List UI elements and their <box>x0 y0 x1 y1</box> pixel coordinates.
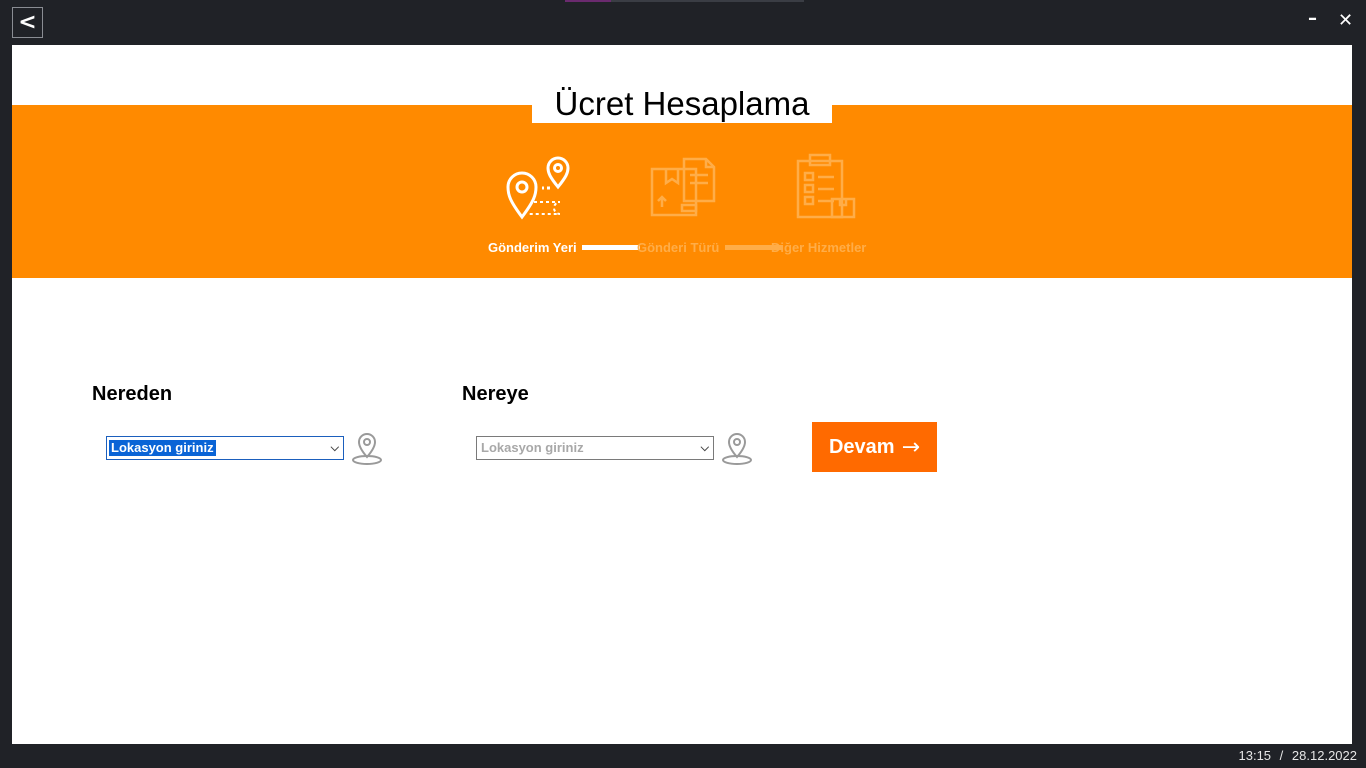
step-connector-1 <box>582 245 640 250</box>
to-location-select[interactable]: Lokasyon giriniz ⌵ <box>476 436 714 460</box>
arrow-right-icon: → <box>901 434 921 460</box>
steps-banner: Gönderim Yeri Gönderi Türü Diğer Hizmetl… <box>12 105 1352 278</box>
minimize-button[interactable]: – <box>1308 8 1317 29</box>
clock: 13:15 / 28.12.2022 <box>1239 748 1358 763</box>
from-location-value: Lokasyon giriniz <box>109 440 216 456</box>
from-location-select[interactable]: Lokasyon giriniz ⌵ <box>106 436 344 460</box>
clock-time: 13:15 <box>1238 748 1272 763</box>
step-label-gonderi-turu[interactable]: Gönderi Türü <box>637 240 719 255</box>
page-title: Ücret Hesaplama <box>532 85 832 123</box>
location-pin-icon[interactable] <box>719 430 755 466</box>
clipboard-checklist-icon <box>796 153 856 219</box>
main-content: Gönderim Yeri Gönderi Türü Diğer Hizmetl… <box>12 45 1352 744</box>
step-label-diger-hizmetler[interactable]: Diğer Hizmetler <box>771 240 866 255</box>
to-location-value: Lokasyon giriniz <box>481 440 584 455</box>
route-location-icon <box>506 156 570 220</box>
clock-date: 28.12.2022 <box>1291 748 1357 763</box>
continue-label: Devam <box>828 435 895 458</box>
continue-button[interactable]: Devam → <box>812 422 937 472</box>
back-button[interactable]: < <box>12 7 43 38</box>
chevron-down-icon: ⌵ <box>330 441 339 454</box>
step-label-gonderim-yeri[interactable]: Gönderim Yeri <box>488 240 577 255</box>
chevron-down-icon: ⌵ <box>700 441 709 454</box>
location-pin-icon[interactable] <box>349 430 385 466</box>
package-document-icon <box>650 157 716 217</box>
from-label: Nereden <box>92 383 173 405</box>
taskbar-accent-secondary <box>611 0 804 2</box>
status-bar: 13:15 / 28.12.2022 <box>0 744 1366 768</box>
to-label: Nereye <box>462 383 529 405</box>
taskbar-accent <box>565 0 611 2</box>
title-bar: < – ✕ <box>0 0 1366 45</box>
clock-separator: / <box>1279 748 1284 763</box>
close-button[interactable]: ✕ <box>1338 10 1353 31</box>
